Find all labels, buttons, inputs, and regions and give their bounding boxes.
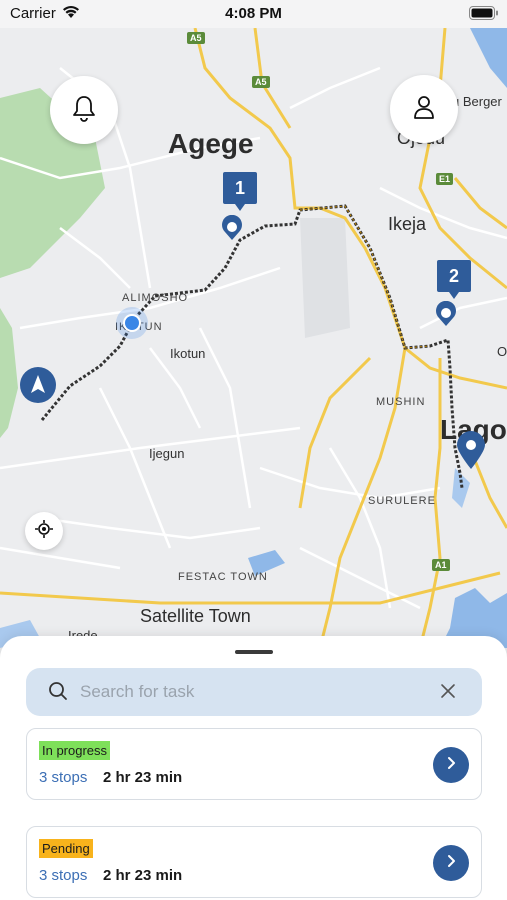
status-badge: Pending bbox=[39, 839, 93, 858]
clock: 4:08 PM bbox=[225, 5, 282, 22]
stop-marker-2-label: 2 bbox=[448, 265, 459, 286]
stop-pin-2[interactable] bbox=[434, 300, 458, 332]
map-label-alimosho: ALIMOSHO bbox=[122, 292, 189, 304]
destination-pin-icon[interactable] bbox=[455, 430, 487, 475]
stop-pin-1[interactable] bbox=[220, 214, 244, 246]
open-task-button[interactable] bbox=[433, 747, 469, 783]
task-duration: 2 hr 23 min bbox=[103, 867, 183, 884]
search-input[interactable] bbox=[80, 668, 420, 716]
task-card[interactable]: Pending 3 stops 2 hr 23 min bbox=[26, 826, 482, 898]
clear-icon[interactable] bbox=[440, 683, 456, 704]
road-shield-e1: E1 bbox=[436, 173, 454, 185]
search-icon bbox=[48, 681, 68, 706]
sheet-grabber[interactable] bbox=[235, 650, 273, 654]
battery-icon bbox=[469, 6, 499, 25]
road-shield-a5: A5 bbox=[187, 32, 205, 44]
map-label-ijegun: Ijegun bbox=[149, 446, 185, 461]
map-label-mushin: MUSHIN bbox=[376, 396, 426, 408]
map-label-o: O bbox=[497, 344, 507, 359]
crosshair-icon bbox=[35, 519, 53, 543]
navigation-start-icon[interactable] bbox=[19, 366, 57, 409]
recenter-button[interactable] bbox=[25, 512, 63, 550]
stop-marker-1[interactable]: 1 bbox=[223, 172, 257, 211]
task-duration: 2 hr 23 min bbox=[103, 769, 183, 786]
search-bar[interactable] bbox=[26, 668, 482, 716]
map-label-surulere: SURULERE bbox=[368, 495, 436, 507]
stops-count: 3 stops bbox=[39, 769, 88, 786]
map-label-satellite-town: Satellite Town bbox=[140, 606, 251, 626]
user-icon bbox=[412, 94, 436, 125]
map-label-agege: Agege bbox=[168, 128, 254, 159]
status-badge: In progress bbox=[39, 741, 111, 760]
bell-icon bbox=[71, 94, 97, 127]
profile-button[interactable] bbox=[390, 75, 458, 143]
chevron-right-icon bbox=[445, 756, 457, 775]
road-shield-a1: A1 bbox=[432, 559, 450, 571]
current-location-dot bbox=[115, 306, 149, 345]
map-label-berger: u Berger bbox=[452, 94, 502, 109]
map-label-ikeja: Ikeja bbox=[388, 214, 427, 234]
map-label-festac: FESTAC TOWN bbox=[178, 571, 268, 583]
status-bar: Carrier 4:08 PM bbox=[0, 0, 507, 28]
road-shield-a5: A5 bbox=[252, 76, 270, 88]
task-bottom-sheet: In progress 3 stops 2 hr 23 min Pending … bbox=[0, 636, 507, 900]
stop-marker-1-label: 1 bbox=[234, 177, 245, 198]
open-task-button[interactable] bbox=[433, 845, 469, 881]
stop-marker-2[interactable]: 2 bbox=[437, 260, 471, 299]
map-view[interactable]: A5 A5 E1 A1 Agege Ikeja Ojodu u Berger A… bbox=[0, 28, 507, 648]
stops-count: 3 stops bbox=[39, 867, 88, 884]
map-label-ikotun: Ikotun bbox=[170, 346, 206, 361]
task-card[interactable]: In progress 3 stops 2 hr 23 min bbox=[26, 728, 482, 800]
chevron-right-icon bbox=[445, 854, 457, 873]
notifications-button[interactable] bbox=[50, 76, 118, 144]
